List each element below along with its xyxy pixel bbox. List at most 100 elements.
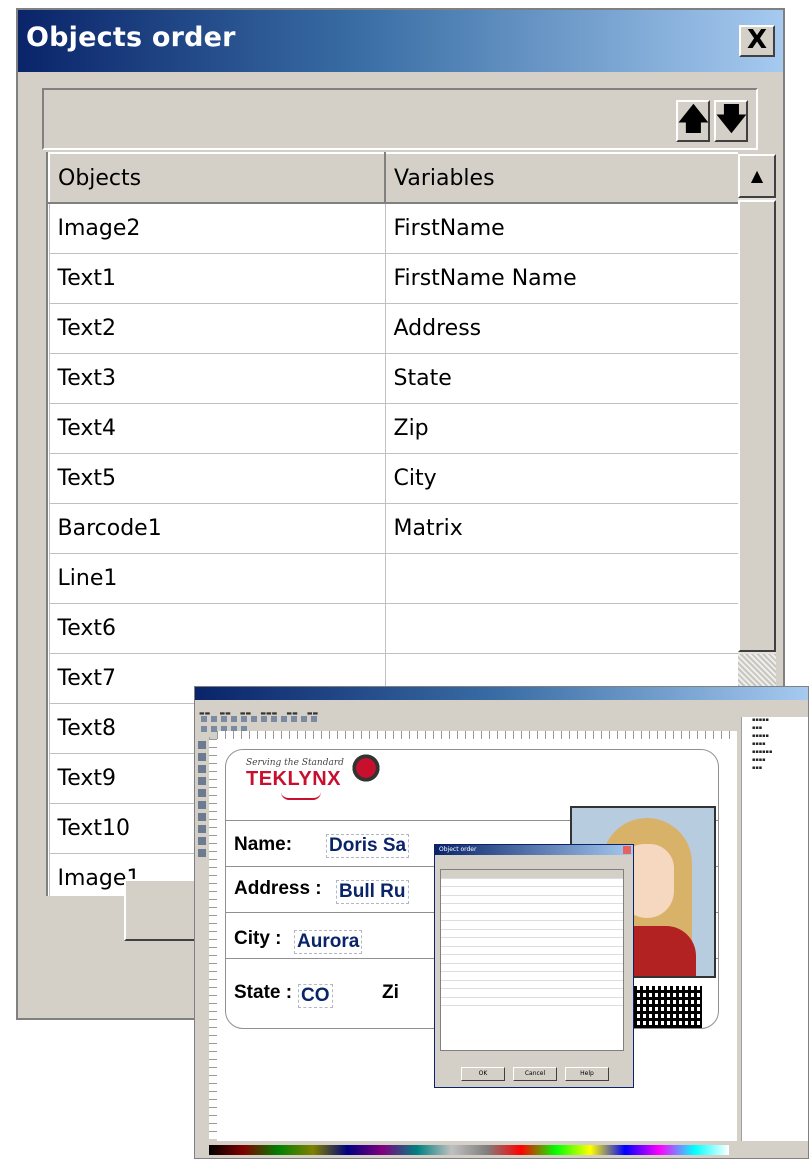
variable-cell[interactable]: City — [384, 452, 738, 504]
variable-cell[interactable]: State — [384, 352, 738, 404]
variable-cell[interactable]: FirstName Name — [384, 252, 738, 304]
horizontal-ruler — [217, 731, 737, 739]
tree-item[interactable]: ▪▪▪▪▪▪ — [752, 749, 808, 755]
list-item[interactable] — [441, 964, 623, 972]
tool-icon[interactable] — [198, 849, 206, 857]
list-item[interactable] — [441, 947, 623, 955]
object-cell[interactable]: Text2 — [48, 302, 386, 354]
tree-item[interactable]: ▪▪▪ — [752, 725, 808, 731]
city-value[interactable]: Aurora — [294, 930, 363, 954]
state-value[interactable]: CO — [298, 984, 333, 1008]
tool-icon[interactable] — [198, 801, 206, 809]
tree-item[interactable]: ▪▪▪▪ — [752, 757, 808, 763]
object-cell[interactable]: Line1 — [48, 552, 386, 604]
toolbar-icon[interactable] — [281, 716, 287, 722]
variable-cell[interactable]: Address — [384, 302, 738, 354]
city-label: City : — [234, 928, 282, 949]
table-row[interactable]: Line1 — [48, 552, 738, 604]
address-value[interactable]: Bull Ru — [336, 880, 409, 904]
tool-icon[interactable] — [198, 813, 206, 821]
variable-cell[interactable]: Matrix — [384, 502, 738, 554]
tool-icon[interactable] — [198, 777, 206, 785]
list-item[interactable] — [441, 989, 623, 998]
object-cell[interactable]: Image2 — [48, 202, 386, 254]
list-item[interactable] — [441, 938, 623, 947]
column-header-objects[interactable]: Objects — [48, 152, 386, 204]
list-item[interactable] — [441, 896, 623, 904]
tool-icon[interactable] — [198, 753, 206, 761]
list-item[interactable] — [441, 879, 623, 887]
mini-cancel-button[interactable]: Cancel — [513, 1067, 557, 1081]
table-row[interactable]: Text5 City — [48, 452, 738, 504]
variable-cell[interactable]: Zip — [384, 402, 738, 454]
tool-icon[interactable] — [198, 825, 206, 833]
mini-object-order-dialog: Object order OK Cancel Help — [434, 844, 634, 1088]
list-item[interactable] — [441, 921, 623, 930]
toolbar-icon[interactable] — [271, 716, 277, 722]
close-button[interactable]: X — [739, 25, 775, 57]
mini-dialog-titlebar[interactable]: Object order — [435, 845, 633, 855]
mini-grid-header — [441, 870, 623, 879]
object-cell[interactable]: Text1 — [48, 252, 386, 304]
move-up-button[interactable]: 🡅 — [676, 100, 710, 142]
triangle-up-icon: ▲ — [750, 166, 764, 185]
scroll-up-button[interactable]: ▲ — [738, 154, 776, 198]
table-row[interactable]: Text2 Address — [48, 302, 738, 354]
scroll-thumb[interactable] — [738, 200, 776, 652]
object-cell[interactable]: Barcode1 — [48, 502, 386, 554]
arrow-down-icon: 🡇 — [716, 102, 747, 137]
table-row[interactable]: Text4 Zip — [48, 402, 738, 454]
toolbar-icon[interactable] — [261, 716, 267, 722]
list-item[interactable] — [441, 998, 623, 1006]
mini-ok-button[interactable]: OK — [461, 1067, 505, 1081]
variable-cell[interactable] — [384, 602, 738, 654]
tool-icon[interactable] — [198, 765, 206, 773]
tree-item[interactable]: ▪▪▪▪▪ — [752, 717, 808, 723]
variable-cell[interactable] — [384, 552, 738, 604]
table-row[interactable]: Image2 FirstName — [48, 202, 738, 254]
tool-icon[interactable] — [198, 741, 206, 749]
toolbar-icon[interactable] — [201, 726, 207, 732]
toolbar-icon[interactable] — [291, 716, 297, 722]
object-cell[interactable]: Text5 — [48, 452, 386, 504]
tool-icon[interactable] — [198, 789, 206, 797]
variable-cell[interactable]: FirstName — [384, 202, 738, 254]
list-item[interactable] — [441, 972, 623, 981]
toolbar-icon[interactable] — [301, 716, 307, 722]
list-item[interactable] — [441, 887, 623, 896]
name-value[interactable]: Doris Sa — [326, 834, 410, 858]
tool-icon[interactable] — [198, 837, 206, 845]
mini-close-icon[interactable] — [623, 846, 631, 854]
list-item[interactable] — [441, 955, 623, 964]
mini-help-button[interactable]: Help — [565, 1067, 609, 1081]
table-row[interactable]: Text6 — [48, 602, 738, 654]
app-titlebar[interactable] — [195, 687, 808, 700]
object-cell[interactable]: Text3 — [48, 352, 386, 404]
mini-objects-grid[interactable] — [440, 869, 624, 1051]
color-palette[interactable] — [209, 1145, 729, 1155]
datamatrix-barcode[interactable] — [622, 986, 702, 1028]
object-cell[interactable]: Text4 — [48, 402, 386, 454]
list-item[interactable] — [441, 913, 623, 921]
zip-label: Zi — [382, 982, 399, 1003]
address-label: Address : — [234, 878, 322, 899]
label-designer-window: ▬▬ ▬▬ ▬▬ ▬▬▬ ▬▬ ▬▬ Serving the Standard … — [194, 686, 809, 1159]
design-canvas[interactable]: Serving the Standard TEKLYNX Name: Doris… — [217, 739, 737, 1141]
table-row[interactable]: Text3 State — [48, 352, 738, 404]
document-tree-panel[interactable]: ▪▪▪▪▪ ▪▪▪ ▪▪▪▪▪ ▪▪▪▪ ▪▪▪▪▪▪ ▪▪▪▪ ▪▪▪ — [741, 717, 808, 1141]
object-cell[interactable]: Text6 — [48, 602, 386, 654]
toolbar-icon[interactable] — [251, 716, 257, 722]
list-item[interactable] — [441, 981, 623, 989]
list-item[interactable] — [441, 904, 623, 913]
dialog-titlebar[interactable]: Objects order X — [18, 10, 783, 72]
toolbar-icon[interactable] — [311, 716, 317, 722]
tree-item[interactable]: ▪▪▪▪ — [752, 741, 808, 747]
list-item[interactable] — [441, 930, 623, 938]
tree-item[interactable]: ▪▪▪ — [752, 765, 808, 771]
move-down-button[interactable]: 🡇 — [714, 100, 748, 142]
column-header-variables[interactable]: Variables — [384, 152, 738, 204]
table-row[interactable]: Text1 FirstName Name — [48, 252, 738, 304]
table-row[interactable]: Barcode1 Matrix — [48, 502, 738, 554]
tree-item[interactable]: ▪▪▪▪▪ — [752, 733, 808, 739]
order-toolbar: 🡅 🡇 — [42, 88, 758, 150]
